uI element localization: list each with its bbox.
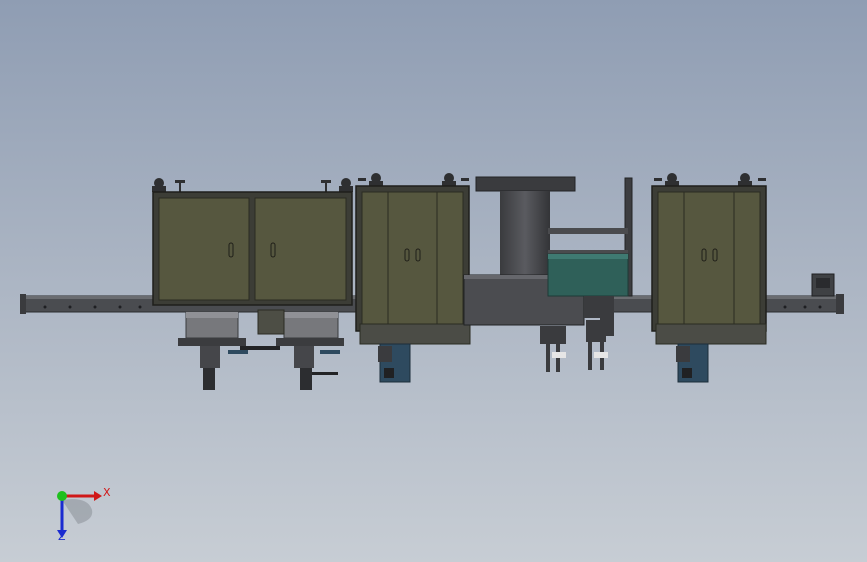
leveling-feet-top (654, 173, 766, 187)
dispenser-unit-left (178, 309, 344, 390)
cabinet-left[interactable] (152, 178, 353, 306)
motor-unit-right (676, 343, 709, 383)
assembly-model[interactable] (0, 0, 867, 562)
leveling-feet-top (152, 178, 353, 193)
axis-z-label: Z (58, 530, 66, 543)
cabinet-right[interactable] (651, 173, 767, 345)
axis-x-label: X (103, 486, 111, 499)
leveling-feet-top (358, 173, 469, 187)
cabinet-center[interactable] (355, 173, 471, 345)
conveyor-frame (547, 177, 633, 297)
cad-viewport[interactable]: X Z (0, 0, 867, 562)
motor-unit-center (378, 343, 411, 383)
